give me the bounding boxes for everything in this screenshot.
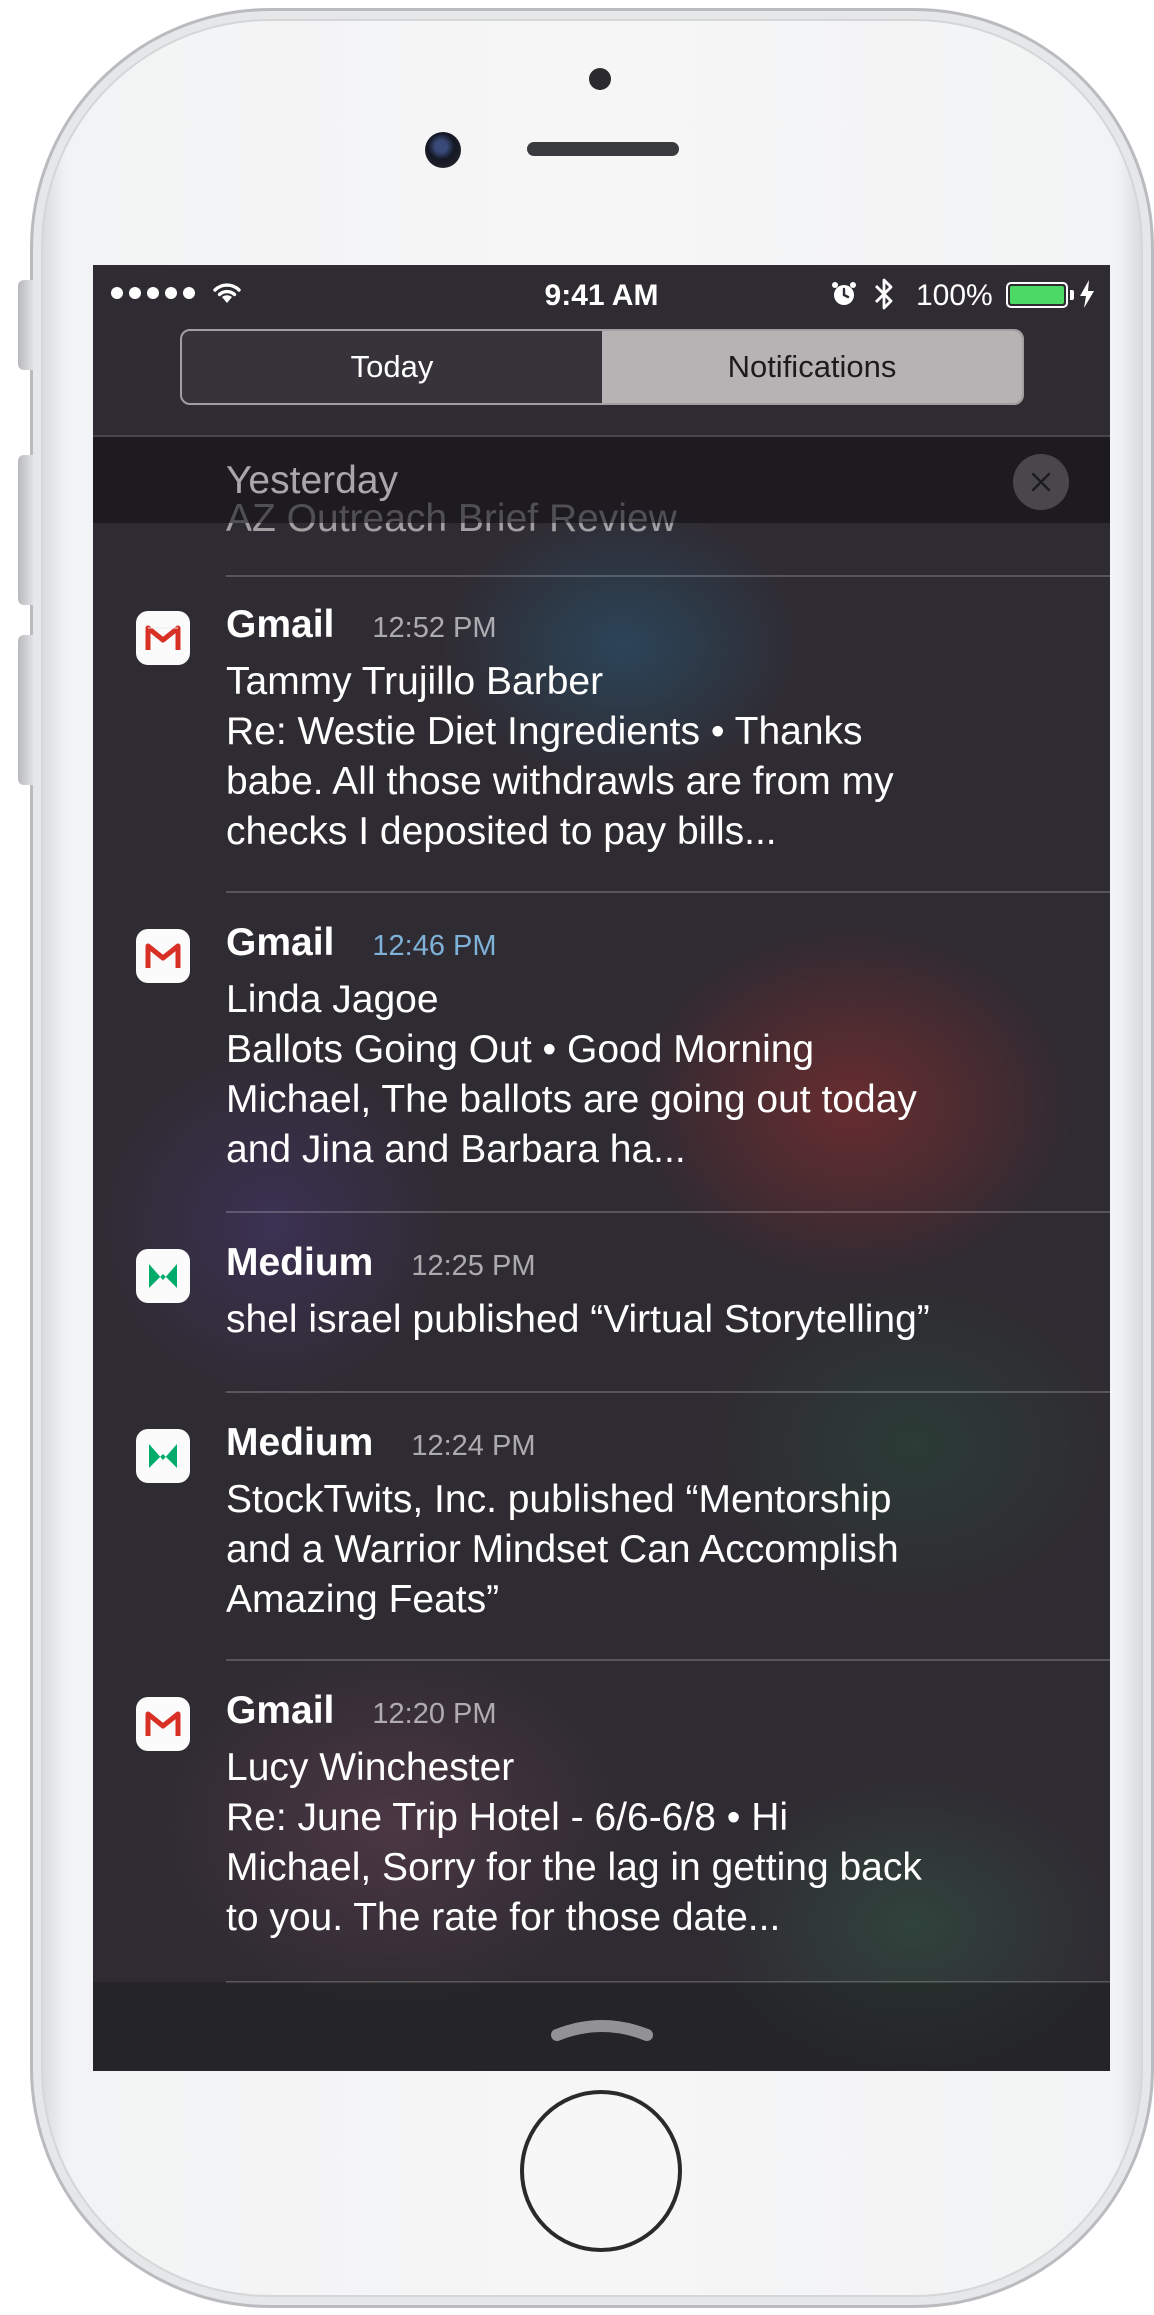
notification-app-name: Gmail [226, 921, 335, 964]
notification-header: Gmail 12:46 PM [226, 921, 497, 965]
notification-item[interactable]: Gmail 12:46 PM Linda Jagoe Ballots Going … [93, 893, 1110, 1211]
notification-header: Medium 12:24 PM [226, 1421, 535, 1465]
volume-down-button [18, 635, 34, 785]
bluetooth-icon [875, 278, 893, 310]
notification-text-line: to you. The rate for those date... [226, 1896, 781, 1939]
gmail-icon [136, 611, 190, 665]
today-notifications-switch: Today Notifications [180, 329, 1024, 405]
notification-app-name: Medium [226, 1421, 374, 1464]
mute-switch [18, 280, 34, 370]
charging-icon [1080, 280, 1094, 308]
notification-text-line: Amazing Feats” [226, 1578, 500, 1621]
notification-time: 12:25 PM [411, 1250, 536, 1282]
notification-text-line: Re: June Trip Hotel - 6/6-6/8 • Hi [226, 1796, 789, 1839]
notification-header: Gmail 12:20 PM [226, 1689, 497, 1733]
medium-icon [136, 1429, 190, 1483]
notification-text-line: babe. All those withdrawls are from my [226, 760, 894, 803]
notification-app-name: Gmail [226, 1689, 335, 1732]
notification-item[interactable]: Gmail 12:52 PM Tammy Trujillo Barber Re: … [93, 575, 1110, 891]
alarm-icon [832, 282, 856, 305]
gmail-icon [136, 929, 190, 983]
notification-body: StockTwits, Inc. published “Mentorship a… [226, 1475, 1086, 1625]
notification-item[interactable]: Medium 12:25 PM shel israel published “Vi… [93, 1213, 1110, 1391]
notification-header: Medium 12:25 PM [226, 1241, 535, 1285]
grabber-handle-icon[interactable] [549, 2013, 655, 2043]
notification-header: Gmail 12:52 PM [226, 603, 497, 647]
tab-today[interactable]: Today [182, 331, 602, 403]
notification-text-line: StockTwits, Inc. published “Mentorship [226, 1478, 892, 1521]
front-camera [425, 132, 461, 168]
clear-section-button[interactable] [1013, 454, 1069, 510]
notification-item[interactable]: Medium 12:24 PM StockTwits, Inc. publishe… [93, 1393, 1110, 1659]
notification-text-line: and Jina and Barbara ha... [226, 1128, 686, 1171]
battery-nub [1070, 290, 1074, 300]
notification-center: 9:41 AM 100% Today Notifications AZ Outr… [93, 265, 1110, 2071]
battery-level [1010, 286, 1064, 304]
notification-time: 12:52 PM [372, 612, 497, 644]
notification-time: 12:20 PM [372, 1698, 497, 1730]
close-icon [1031, 472, 1051, 492]
notification-text-line: Michael, Sorry for the lag in getting ba… [226, 1846, 922, 1889]
notification-body: Lucy Winchester Re: June Trip Hotel - 6/… [226, 1743, 1086, 1943]
proximity-sensor [589, 68, 611, 90]
notification-item[interactable]: Gmail 12:20 PM Lucy Winchester Re: June T… [93, 1661, 1110, 1981]
notification-sender: Lucy Winchester [226, 1746, 515, 1789]
notification-time: 12:24 PM [411, 1430, 536, 1462]
notification-sender: Linda Jagoe [226, 978, 439, 1021]
notification-time: 12:46 PM [372, 930, 497, 962]
section-title: Yesterday [226, 459, 399, 502]
notification-text-line: Michael, The ballots are going out today [226, 1078, 917, 1121]
notification-text-line: Ballots Going Out • Good Morning [226, 1028, 815, 1071]
notification-text-line: shel israel published “Virtual Storytell… [226, 1298, 930, 1341]
medium-icon [136, 1249, 190, 1303]
notification-body: Linda Jagoe Ballots Going Out • Good Mor… [226, 975, 1086, 1175]
notification-sender: Tammy Trujillo Barber [226, 660, 604, 703]
notification-text-line: Re: Westie Diet Ingredients • Thanks [226, 710, 863, 753]
tab-notifications[interactable]: Notifications [602, 331, 1022, 403]
section-header: Yesterday [93, 437, 1110, 523]
notification-body: Tammy Trujillo Barber Re: Westie Diet In… [226, 657, 1086, 857]
volume-up-button [18, 455, 34, 605]
status-bar: 9:41 AM 100% [93, 265, 1110, 325]
notification-text-line: and a Warrior Mindset Can Accomplish [226, 1528, 899, 1571]
notification-app-name: Medium [226, 1241, 374, 1284]
home-button[interactable] [520, 2090, 682, 2252]
earpiece-speaker [527, 142, 679, 156]
battery-icon [1006, 282, 1068, 308]
battery-percent: 100% [916, 279, 993, 312]
notification-body: shel israel published “Virtual Storytell… [226, 1295, 1086, 1345]
notification-app-name: Gmail [226, 603, 335, 646]
gmail-icon [136, 1697, 190, 1751]
notification-text-line: checks I deposited to pay bills... [226, 810, 777, 853]
